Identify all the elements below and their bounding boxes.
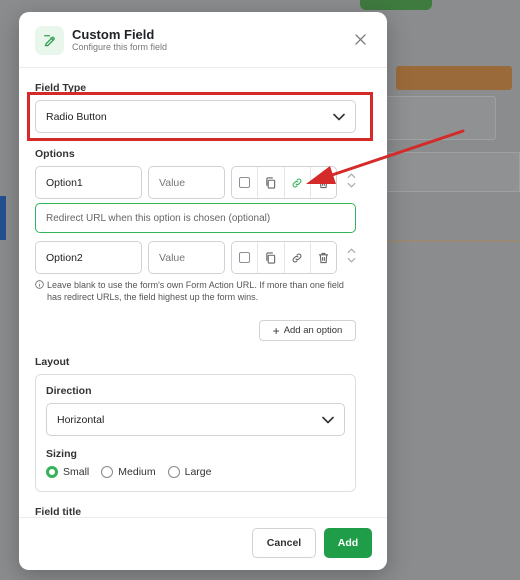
background-panel [384, 152, 520, 192]
direction-value: Horizontal [57, 413, 105, 426]
direction-select[interactable]: Horizontal [46, 403, 345, 436]
option2-label-input[interactable]: Option2 [35, 241, 142, 274]
background-divider [384, 240, 520, 242]
chevron-down-icon[interactable] [346, 257, 356, 263]
plus-icon: + [272, 323, 280, 338]
copy-icon [266, 176, 276, 189]
checkbox-icon [239, 177, 251, 188]
modal-subtitle: Configure this form field [72, 42, 168, 52]
background-button [360, 0, 432, 10]
copy-icon [266, 251, 276, 264]
close-icon[interactable] [353, 32, 367, 46]
option2-link-button[interactable] [285, 242, 311, 273]
chevron-up-icon[interactable] [346, 248, 356, 254]
option1-reorder[interactable] [346, 173, 356, 188]
add-option-label: Add an option [283, 325, 343, 336]
radio-icon [101, 466, 114, 478]
option2-actions [231, 241, 337, 274]
sizing-large-label: Large [184, 466, 212, 478]
add-button[interactable]: Add [324, 528, 372, 558]
add-option-button[interactable]: + Add an option [259, 320, 356, 341]
sizing-radio-large[interactable]: Large [167, 466, 212, 478]
trash-icon [318, 252, 328, 263]
option1-label-input[interactable]: Option1 [35, 166, 142, 199]
link-icon [292, 178, 302, 187]
background-toolbar [396, 66, 512, 90]
modal-title: Custom Field [72, 27, 155, 42]
chevron-down-icon [322, 416, 334, 423]
option1-link-button[interactable] [285, 167, 311, 198]
edit-icon [35, 26, 64, 55]
option2-copy-button[interactable] [258, 242, 285, 273]
option1-checkbox[interactable] [232, 167, 259, 198]
radio-selected-icon [46, 466, 58, 478]
option2-checkbox[interactable] [232, 242, 259, 273]
modal-header: Custom Field Configure this form field [19, 12, 387, 68]
sizing-medium-label: Medium [118, 466, 156, 478]
layout-label: Layout [35, 356, 70, 368]
redirect-help-text: Leave blank to use the form's own Form A… [35, 279, 353, 303]
direction-label: Direction [46, 385, 92, 397]
sizing-label: Sizing [46, 448, 77, 460]
chevron-down-icon[interactable] [346, 182, 356, 188]
cancel-button[interactable]: Cancel [252, 528, 316, 558]
sizing-radio-group: Small Medium Large [46, 466, 211, 478]
option2-value-input[interactable]: Value [148, 241, 225, 274]
option1-actions [231, 166, 337, 199]
option1-value-input[interactable]: Value [148, 166, 225, 199]
sizing-radio-small[interactable]: Small [46, 466, 89, 478]
option1-copy-button[interactable] [258, 167, 285, 198]
option2-delete-button[interactable] [311, 242, 336, 273]
option1-delete-button[interactable] [311, 167, 336, 198]
background-accent [0, 196, 6, 240]
option2-reorder[interactable] [346, 248, 356, 263]
sizing-small-label: Small [63, 466, 90, 478]
radio-icon [167, 466, 180, 478]
trash-icon [318, 177, 328, 188]
help-text-content: Leave blank to use the form's own Form A… [47, 280, 344, 302]
info-icon [35, 280, 44, 289]
checkbox-icon [239, 252, 251, 263]
options-label: Options [35, 148, 75, 160]
sizing-radio-medium[interactable]: Medium [101, 466, 156, 478]
annotation-highlight-box [27, 92, 373, 141]
background-panel [384, 96, 496, 140]
option1-redirect-url-input[interactable]: Redirect URL when this option is chosen … [35, 203, 356, 233]
chevron-up-icon[interactable] [346, 173, 356, 179]
link-icon [292, 253, 302, 262]
